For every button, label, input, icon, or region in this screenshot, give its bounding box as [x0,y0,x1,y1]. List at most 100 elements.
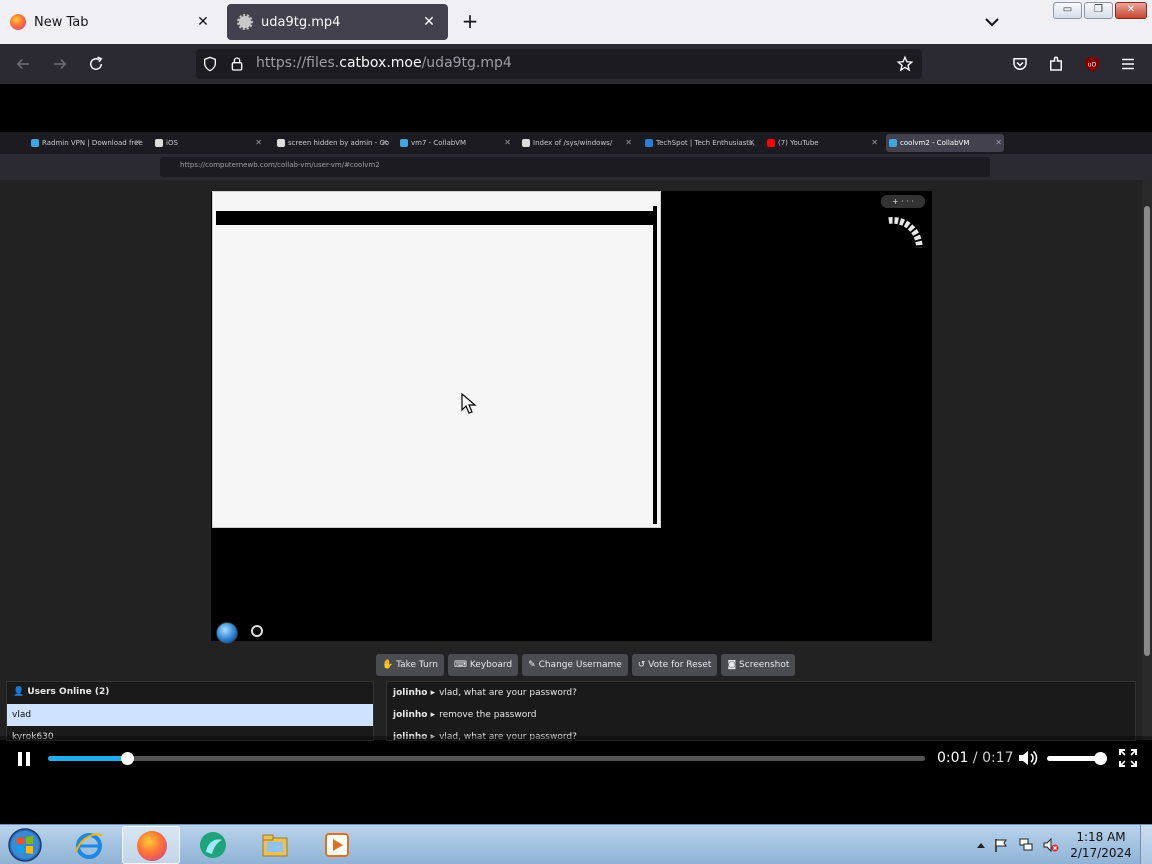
inner-tab-title: TechSpot | Tech Enthusiasts, P [656,139,757,147]
radmin-icon [200,832,226,858]
users-online-title: Users Online (2) [27,687,110,697]
users-online-header: 👤 Users Online (2) [13,687,110,697]
star-icon[interactable] [896,55,914,73]
loading-spinner-icon [888,217,923,248]
close-icon: ✕ [871,138,878,147]
inner-tab-title: vm7 - CollabVM [411,139,467,147]
volume-muted-icon[interactable] [1043,837,1059,853]
screenshot-button: ◙ Screenshot [721,654,796,676]
inner-tab-selected: coolvm2 - CollabVM ✕ [886,134,1004,152]
take-turn-button: ✋ Take Turn [376,654,444,676]
taskbar-internet-explorer[interactable] [60,826,118,864]
clock[interactable]: 1:18 AM 2/17/2024 [1066,829,1136,861]
restore-button[interactable]: ❐ [1084,2,1113,19]
back-icon[interactable] [14,55,32,73]
start-button-icon[interactable] [4,827,46,863]
screenshot-label: Screenshot [739,660,790,670]
inner-tab: Index of /sys/windows/ ✕ [519,134,634,152]
action-center-flag-icon[interactable] [993,837,1009,853]
minimize-button[interactable]: ▭ [1053,2,1082,19]
inner-scrollbar [1142,180,1152,740]
taskbar: 1:18 AM 2/17/2024 [0,824,1152,864]
pause-icon[interactable] [14,750,34,768]
fullscreen-icon[interactable] [1119,749,1137,767]
close-icon: ✕ [504,138,511,147]
menu-icon[interactable] [1119,55,1137,73]
url-bar[interactable]: https://files.catbox.moe/uda9tg.mp4 [196,49,922,79]
network-icon[interactable] [1018,837,1034,853]
close-icon[interactable]: ✕ [420,14,438,30]
inner-tab-title: coolvm2 - CollabVM [900,139,970,147]
change-username-button: ✎ Change Username [522,654,628,676]
extensions-icon[interactable] [1047,55,1065,73]
inner-tab: iOS ✕ [152,134,264,152]
chat-text: vlad, what are your password? [439,688,577,698]
user-item: vlad [7,704,373,726]
chat-user: jolinho ▸ [393,710,436,720]
time-display: 0:01 / 0:17 [937,750,1014,766]
inner-tab-strip: Radmin VPN | Download free ✕ iOS ✕ screen … [0,132,1152,154]
chat-panel: jolinho ▸ vlad, what are your password? j… [386,681,1136,741]
chat-text: remove the password [439,710,537,720]
google-icon [277,139,285,147]
show-hidden-icons-icon[interactable] [973,837,989,853]
volume-icon[interactable] [1017,749,1039,767]
tab-new-tab[interactable]: New Tab ✕ [0,4,222,40]
lock-icon[interactable] [229,55,245,73]
seek-handle[interactable] [120,752,134,765]
pocket-icon[interactable] [1011,55,1029,73]
svg-text:uO: uO [1088,61,1097,68]
taskbar-firefox[interactable] [122,826,180,864]
seek-bar-fill [48,756,127,761]
current-time: 0:01 [937,750,969,766]
volume-fill [1047,756,1100,761]
vote-for-reset-button: ↺ Vote for Reset [631,654,718,676]
inner-tab: screen hidden by admin - Go ✕ [274,134,390,152]
taskbar-file-explorer[interactable] [246,826,304,864]
folder-icon [522,139,530,147]
taskbar-radmin[interactable] [184,826,242,864]
chevron-down-icon[interactable] [980,10,1004,34]
vm-window-edge [653,206,657,524]
reload-icon[interactable] [87,55,105,73]
chat-user: jolinho ▸ [393,688,436,698]
tab-title: uda9tg.mp4 [261,14,341,30]
new-tab-button[interactable]: + [458,10,482,34]
vm-window [212,191,661,528]
tab-title: New Tab [34,14,89,30]
video-player[interactable]: Radmin VPN | Download free ✕ iOS ✕ screen … [0,84,1152,824]
inner-tab-title: screen hidden by admin - Go [288,139,390,147]
time-separator: / [968,750,983,766]
show-desktop-button[interactable] [1140,825,1152,864]
ublock-origin-icon[interactable]: uO [1083,55,1101,73]
shield-icon[interactable] [202,55,218,73]
close-icon[interactable]: ✕ [194,14,212,30]
chat-message: jolinho ▸vlad, what are your password? [387,682,1135,704]
inner-url-bar: https://computernewb.com/collab-vm/user-… [160,157,990,177]
inner-tab-title: Index of /sys/windows/ [533,139,613,147]
url-text[interactable]: https://files.catbox.moe/uda9tg.mp4 [256,55,512,71]
chat-message: jolinho ▸ remove the password [387,704,1135,726]
vm-action-buttons: ✋ Take Turn ⌨ Keyboard ✎ Change Username… [376,654,799,676]
inner-tab-title: iOS [166,139,178,147]
inner-tab: (7) YouTube ✕ [764,134,880,152]
close-window-button[interactable]: ✕ [1115,2,1147,19]
tab-strip: New Tab ✕ uda9tg.mp4 ✕ + ▭ ❐ ✕ [0,0,1152,44]
clock-date: 2/17/2024 [1070,846,1132,860]
volume-slider[interactable] [1047,752,1107,765]
taskbar-media-player[interactable] [308,826,366,864]
vm-busy-cursor-icon [251,625,263,637]
vm-display: + · · · [211,191,932,644]
volume-handle[interactable] [1093,752,1107,765]
close-icon: ✕ [625,138,632,147]
file-explorer-icon [262,834,288,857]
video-controls: 0:01 / 0:17 [0,736,1152,780]
seek-bar[interactable] [48,752,925,765]
close-icon: ✕ [995,138,1002,147]
forward-icon[interactable] [51,55,69,73]
url-host: catbox.moe [339,55,422,71]
file-icon [237,14,253,30]
duration: 0:17 [982,750,1014,766]
tab-video[interactable]: uda9tg.mp4 ✕ [227,4,448,40]
keyboard-label: Keyboard [469,660,513,670]
